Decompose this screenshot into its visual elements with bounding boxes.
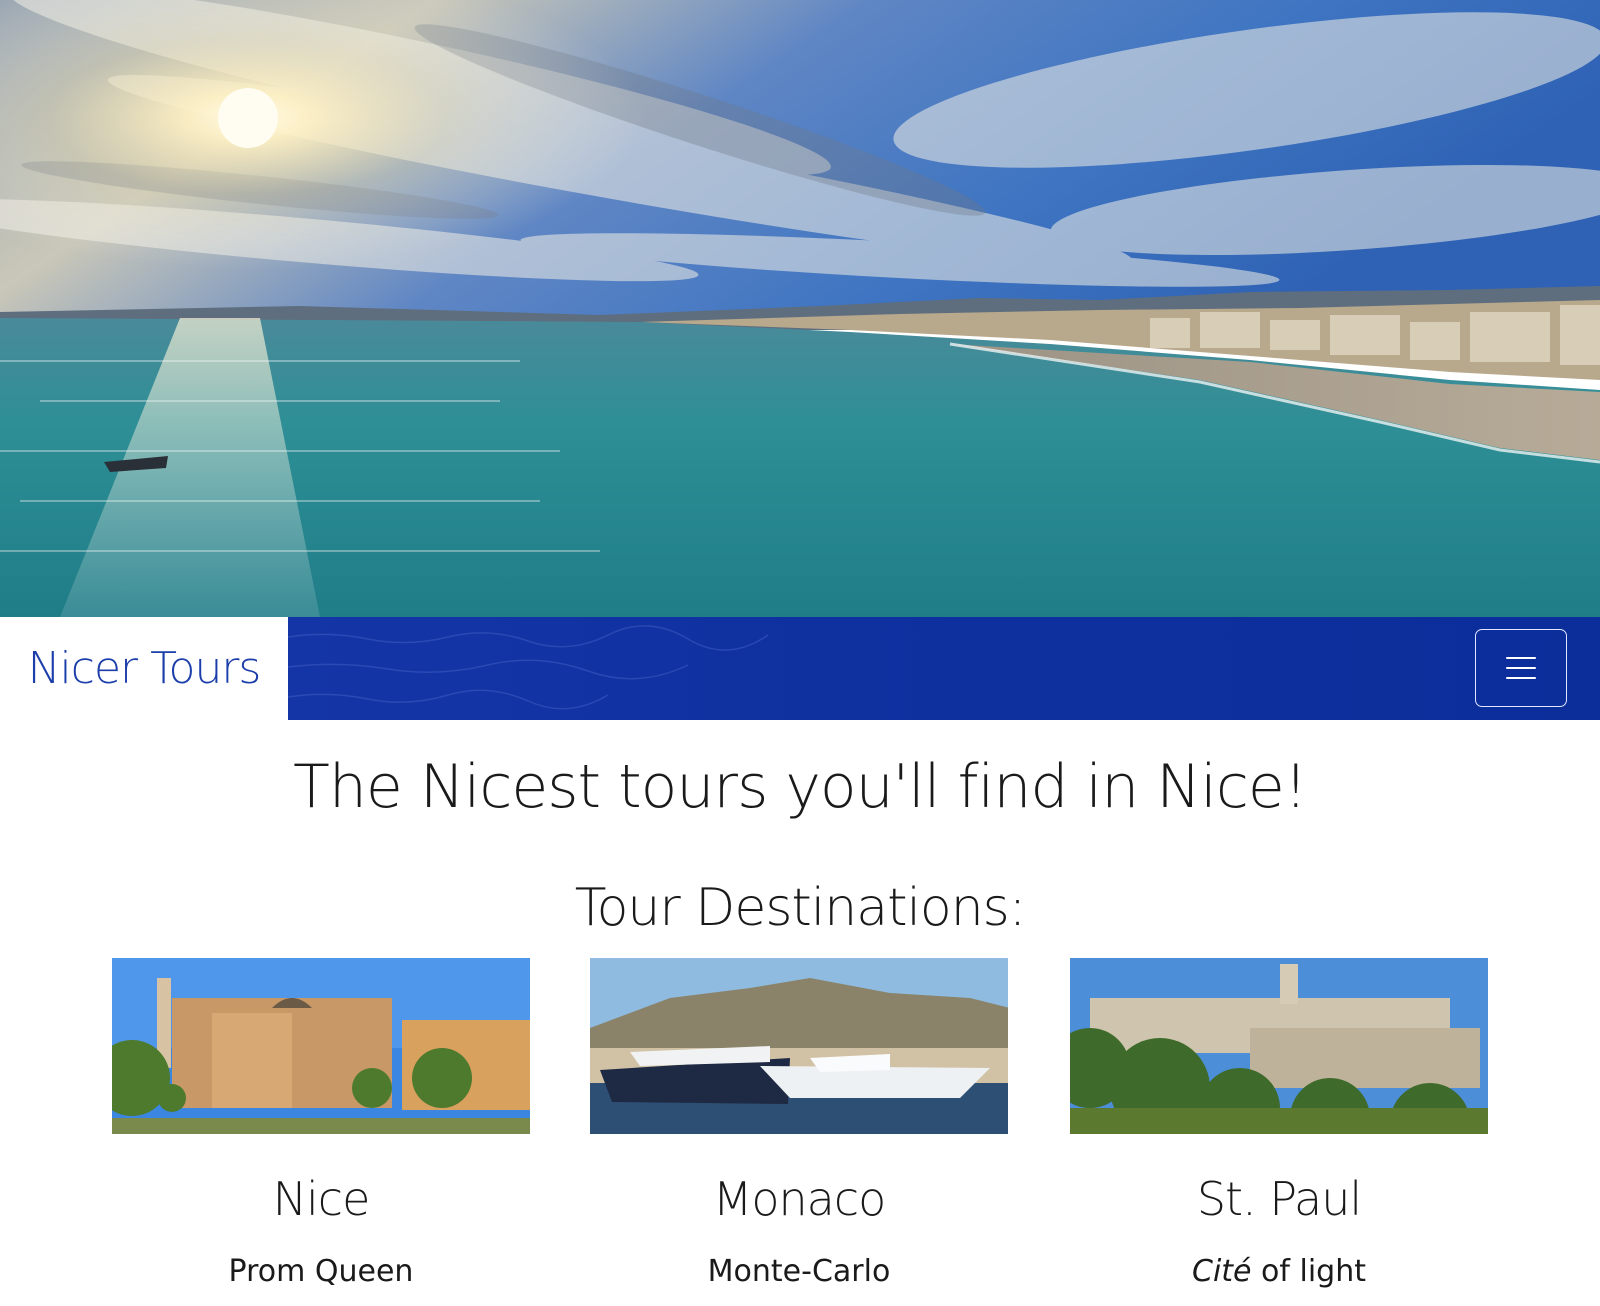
section-title: Tour Destinations: xyxy=(574,878,1027,938)
destination-card-st-paul[interactable]: St. Paul Cité of light xyxy=(1070,958,1488,1289)
hamburger-menu-icon xyxy=(1506,657,1536,679)
navbar-band xyxy=(288,617,1600,720)
page-tagline: The Nicest tours you'll find in Nice! xyxy=(293,752,1308,822)
brand-container: Nicer Tours xyxy=(0,617,288,720)
destination-image-nice[interactable] xyxy=(112,958,530,1134)
navbar: Nicer Tours xyxy=(0,617,1600,720)
destination-image-monaco[interactable] xyxy=(590,958,1008,1134)
destination-card-nice[interactable]: Nice Prom Queen xyxy=(112,958,530,1289)
destination-subtitle: Cité of light xyxy=(1070,1254,1488,1289)
hero-image xyxy=(0,0,1600,617)
destination-card-monaco[interactable]: Monaco Monte-Carlo xyxy=(590,958,1008,1289)
destination-title: Nice xyxy=(272,1172,371,1226)
destination-image-st-paul[interactable] xyxy=(1070,958,1488,1134)
navbar-toggler-button[interactable] xyxy=(1475,629,1567,707)
destination-subtitle-rest: of light xyxy=(1251,1254,1366,1289)
destination-title: St. Paul xyxy=(1196,1172,1362,1226)
brand-link[interactable]: Nicer Tours xyxy=(28,643,262,694)
destination-title: Monaco xyxy=(712,1172,887,1226)
destination-subtitle: Monte-Carlo xyxy=(707,1254,891,1289)
destination-subtitle-italic: Cité xyxy=(1192,1254,1252,1289)
destination-subtitle: Prom Queen xyxy=(228,1254,414,1289)
